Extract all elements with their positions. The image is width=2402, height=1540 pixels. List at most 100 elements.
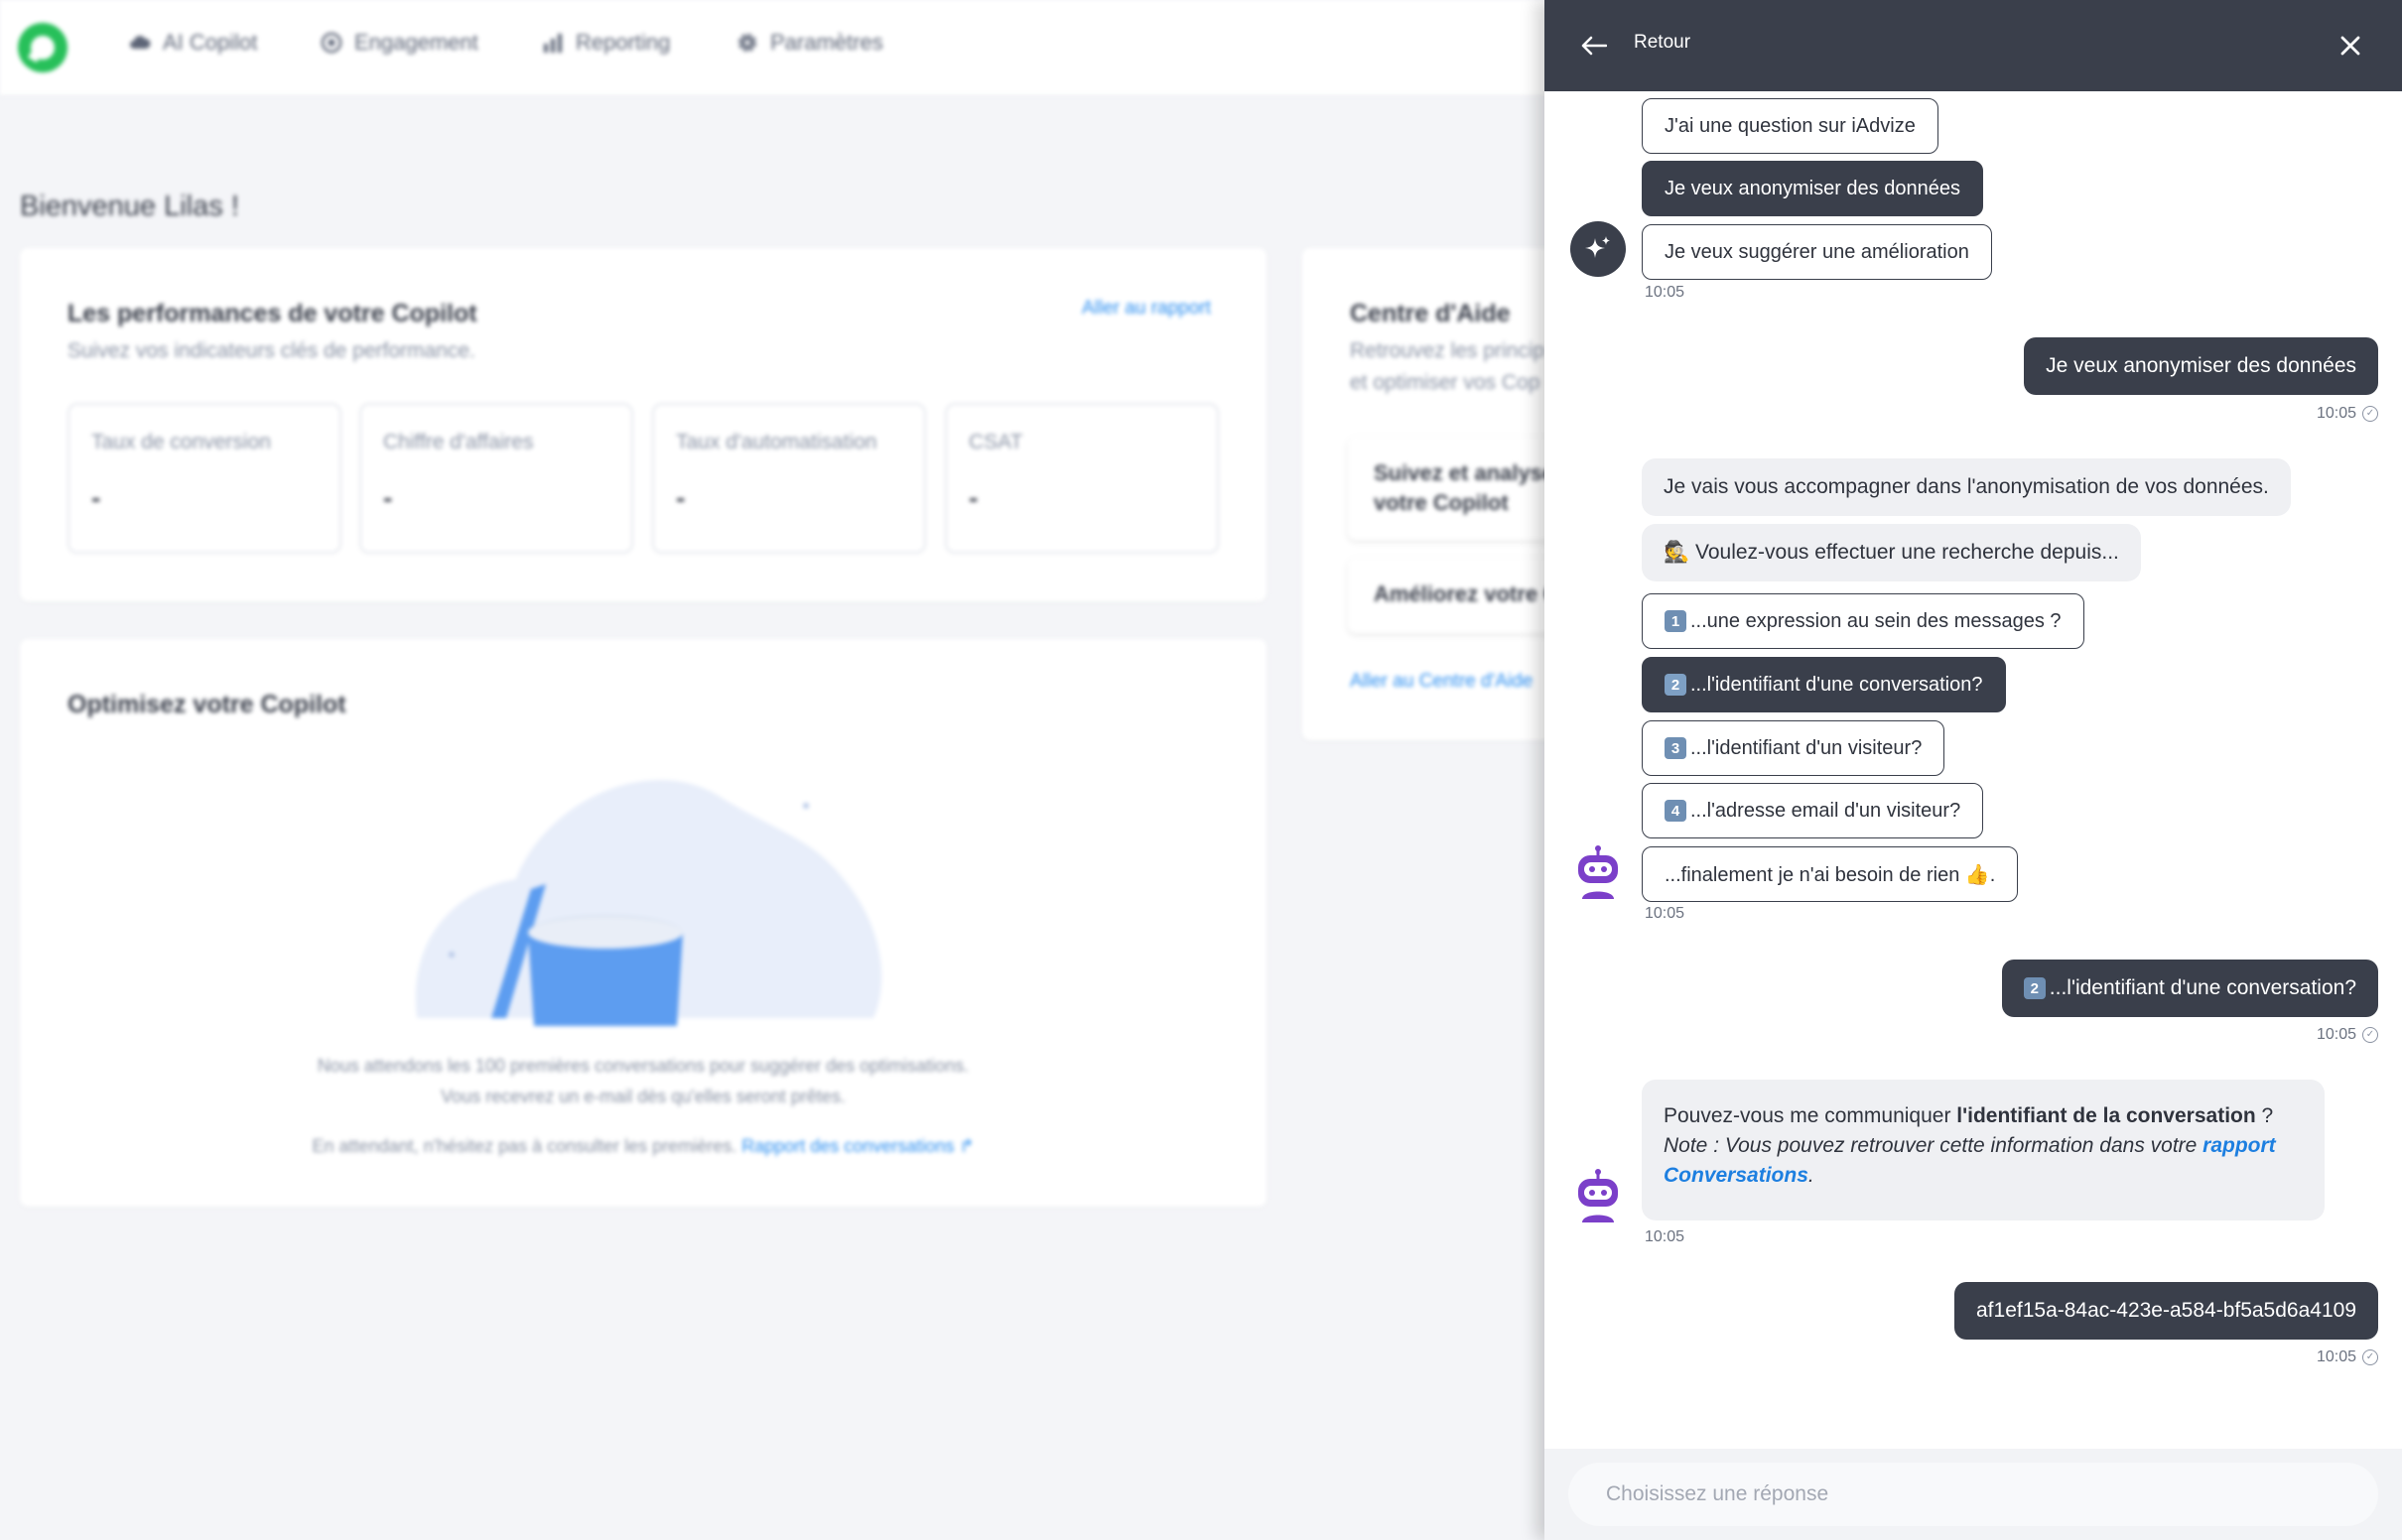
message-timestamp: 10:05	[1645, 284, 1685, 301]
help-center-title: Centre d'Aide	[1350, 300, 1511, 327]
quick-reply-question-iadvize[interactable]: J'ai une question sur iAdvize	[1642, 98, 1938, 154]
welcome-title: Bienvenue Lilas !	[20, 191, 239, 222]
bot-message-line: Pouvez-vous me communiquer l'identifiant…	[1664, 1101, 2303, 1131]
nav-item-parametres[interactable]: Paramètres	[736, 30, 883, 56]
bot-text: ?	[2255, 1104, 2274, 1127]
optimize-text-line1: Nous attendons les 100 premières convers…	[317, 1056, 970, 1076]
nav-item-ai-copilot[interactable]: AI Copilot	[129, 30, 257, 56]
nav-item-label: Engagement	[354, 30, 478, 55]
user-message-text: ...l'identifiant d'une conversation?	[2049, 976, 2356, 999]
note-text: Note : Vous pouvez retrouver cette infor…	[1664, 1134, 2203, 1157]
message-status: 10:05 ✓	[2317, 1026, 2378, 1044]
nav-item-label: Paramètres	[770, 30, 883, 55]
quick-reply-option-none[interactable]: ...finalement je n'ai besoin de rien 👍.	[1642, 846, 2019, 902]
gear-icon	[736, 32, 758, 54]
keycap-number-icon: 3	[1665, 737, 1686, 759]
bot-message-text: Je vais vous accompagner dans l'anonymis…	[1664, 475, 2269, 498]
kpi-label: CSAT	[969, 431, 1023, 453]
message-timestamp: 10:05	[2316, 1026, 2356, 1043]
user-message: Je veux anonymiser des données	[2024, 337, 2378, 395]
conversations-link[interactable]: Conversations	[1664, 1164, 1808, 1187]
report-link[interactable]: Aller au rapport	[1082, 298, 1211, 320]
quick-reply-label: ...une expression au sein des messages ?	[1690, 609, 2062, 632]
quick-reply-label: ...l'identifiant d'une conversation?	[1690, 673, 1983, 696]
chat-header: Retour	[1544, 0, 2402, 91]
kpi-label: Taux d'automatisation	[676, 431, 877, 453]
empty-state-illustration	[415, 779, 882, 1026]
rapport-link[interactable]: rapport	[2202, 1134, 2276, 1157]
nav-item-reporting[interactable]: Reporting	[542, 30, 670, 56]
share-arrow-icon: ↱	[959, 1136, 975, 1156]
help-center-subtitle-line2: et optimiser vos Cop	[1350, 371, 1540, 394]
message-status: 10:05 ✓	[2317, 1348, 2378, 1366]
conversations-report-link[interactable]: Rapport des conversations ↱	[741, 1136, 974, 1156]
message-timestamp: 10:05	[1645, 1228, 1685, 1245]
bot-message-rich: Pouvez-vous me communiquer l'identifiant…	[1642, 1080, 2325, 1220]
keycap-number-icon: 2	[1665, 674, 1686, 696]
keycap-number-icon: 1	[1665, 610, 1686, 632]
kpi-value: -	[91, 482, 101, 513]
close-button[interactable]	[2331, 26, 2370, 65]
quick-reply-label: Je veux suggérer une amélioration	[1665, 240, 1969, 263]
quick-reply-anonymiser[interactable]: Je veux anonymiser des données	[1642, 161, 1983, 216]
nav-item-engagement[interactable]: Engagement	[321, 30, 478, 56]
bot-message-text: 🕵️ Voulez-vous effectuer une recherche d…	[1664, 541, 2119, 564]
quick-reply-label: ...l'adresse email d'un visiteur?	[1690, 799, 1961, 822]
help-center-link[interactable]: Aller au Centre d'Aide	[1350, 671, 1533, 693]
sparkle-icon	[1585, 236, 1610, 258]
kpi-card-revenue: Chiffre d'affaires -	[359, 403, 633, 554]
quick-reply-option-1[interactable]: 1 ...une expression au sein des messages …	[1642, 593, 2084, 649]
optimize-text-line3: En attendant, n'hésitez pas à consulter …	[20, 1136, 1267, 1157]
target-icon	[321, 32, 342, 54]
bot-avatar-icon	[1578, 1169, 1618, 1222]
bot-message: Je vais vous accompagner dans l'anonymis…	[1642, 458, 2291, 516]
message-timestamp: 10:05	[2316, 405, 2356, 422]
kpi-card-csat: CSAT -	[945, 403, 1219, 554]
kpi-value: -	[676, 482, 686, 513]
reply-input[interactable]	[1568, 1463, 2378, 1526]
quick-reply-option-4[interactable]: 4 ...l'adresse email d'un visiteur?	[1642, 783, 1984, 838]
quick-reply-suggerer[interactable]: Je veux suggérer une amélioration	[1642, 224, 1992, 280]
bar-chart-icon	[542, 32, 564, 54]
bot-note: Note : Vous pouvez retrouver cette infor…	[1664, 1131, 2303, 1191]
keycap-number-icon: 4	[1665, 800, 1686, 822]
kpi-label: Taux de conversion	[91, 431, 271, 453]
user-message: af1ef15a-84ac-423e-a584-bf5a5d6a4109	[1954, 1282, 2378, 1340]
quick-reply-label: J'ai une question sur iAdvize	[1665, 114, 1916, 137]
chat-footer	[1544, 1449, 2402, 1540]
close-icon	[2340, 36, 2360, 56]
optimize-title: Optimisez votre Copilot	[67, 691, 346, 718]
message-timestamp: 10:05	[1645, 905, 1685, 922]
bot-text-bold: l'identifiant de la conversation	[1956, 1104, 2256, 1127]
quick-reply-label: Je veux anonymiser des données	[1665, 177, 1960, 199]
message-timestamp: 10:05	[2316, 1348, 2356, 1365]
quick-reply-label: ...finalement je n'ai besoin de rien 👍.	[1665, 863, 1996, 886]
bot-avatar-icon	[1578, 845, 1618, 899]
chat-panel: Retour J'ai une question sur iAdvize Je …	[1544, 0, 2402, 1540]
kpi-value: -	[969, 482, 979, 513]
user-message-text: Je veux anonymiser des données	[2046, 354, 2356, 377]
keycap-number-icon: 2	[2023, 977, 2046, 999]
read-check-icon: ✓	[2362, 1027, 2378, 1043]
cloud-icon	[129, 32, 151, 54]
read-check-icon: ✓	[2362, 1349, 2378, 1365]
back-label[interactable]: Retour	[1634, 32, 1690, 54]
kpi-card-automation: Taux d'automatisation -	[652, 403, 926, 554]
quick-reply-option-2[interactable]: 2 ...l'identifiant d'une conversation?	[1642, 657, 2006, 712]
chat-messages: J'ai une question sur iAdvize Je veux an…	[1544, 91, 2402, 1449]
nav-item-label: AI Copilot	[163, 30, 258, 55]
quick-reply-label: ...l'identifiant d'un visiteur?	[1690, 736, 1923, 759]
performance-title: Les performances de votre Copilot	[67, 300, 477, 327]
user-message-text: af1ef15a-84ac-423e-a584-bf5a5d6a4109	[1976, 1299, 2356, 1322]
kpi-label: Chiffre d'affaires	[383, 431, 534, 453]
quick-reply-option-3[interactable]: 3 ...l'identifiant d'un visiteur?	[1642, 720, 1945, 776]
conversations-report-link-label: Rapport des conversations	[741, 1136, 955, 1156]
nav-item-label: Reporting	[576, 30, 671, 55]
back-button[interactable]	[1576, 28, 1612, 64]
user-message: 2 ...l'identifiant d'une conversation?	[2001, 960, 2378, 1017]
optimize-text-line2: Vous recevrez un e-mail dès qu'elles ser…	[441, 1087, 846, 1106]
note-text: .	[1807, 1164, 1814, 1187]
app-logo[interactable]	[18, 23, 67, 72]
help-center-subtitle-line1: Retrouvez les princip	[1350, 339, 1545, 362]
bot-text: Pouvez-vous me communiquer	[1664, 1104, 1957, 1127]
